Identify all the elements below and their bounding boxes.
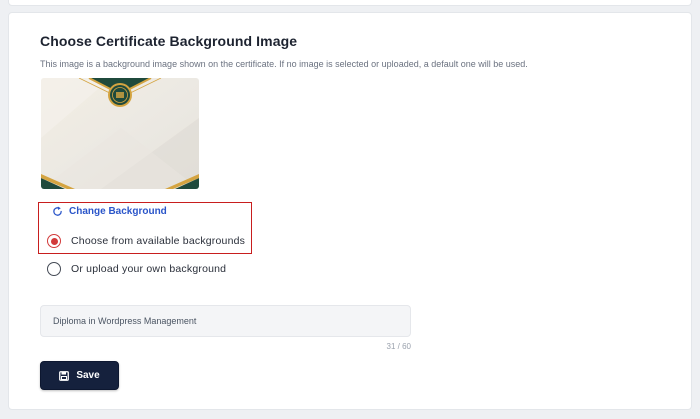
- change-background-label: Change Background: [69, 205, 167, 217]
- option-choose-available-label: Choose from available backgrounds: [71, 235, 246, 247]
- change-background-link[interactable]: Change Background: [52, 204, 167, 218]
- section-title: Choose Certificate Background Image: [40, 33, 298, 49]
- option-choose-available[interactable]: Choose from available backgrounds: [47, 234, 245, 248]
- certificate-background-preview: [41, 78, 199, 189]
- option-upload-own-label: Or upload your own background: [71, 263, 227, 275]
- save-icon: [59, 370, 70, 381]
- section-description: This image is a background image shown o…: [40, 59, 528, 69]
- radio-upload-own[interactable]: [47, 262, 61, 276]
- refresh-icon: [53, 205, 62, 216]
- certificate-title-input[interactable]: Diploma in Wordpress Management: [40, 305, 411, 337]
- radio-choose-available[interactable]: [47, 234, 61, 248]
- certificate-background-image: [41, 78, 199, 189]
- character-counter: 31 / 60: [386, 342, 411, 351]
- previous-card: [8, 0, 692, 6]
- save-button-label: Save: [76, 370, 100, 381]
- option-upload-own[interactable]: Or upload your own background: [47, 262, 226, 276]
- save-button[interactable]: Save: [40, 361, 119, 390]
